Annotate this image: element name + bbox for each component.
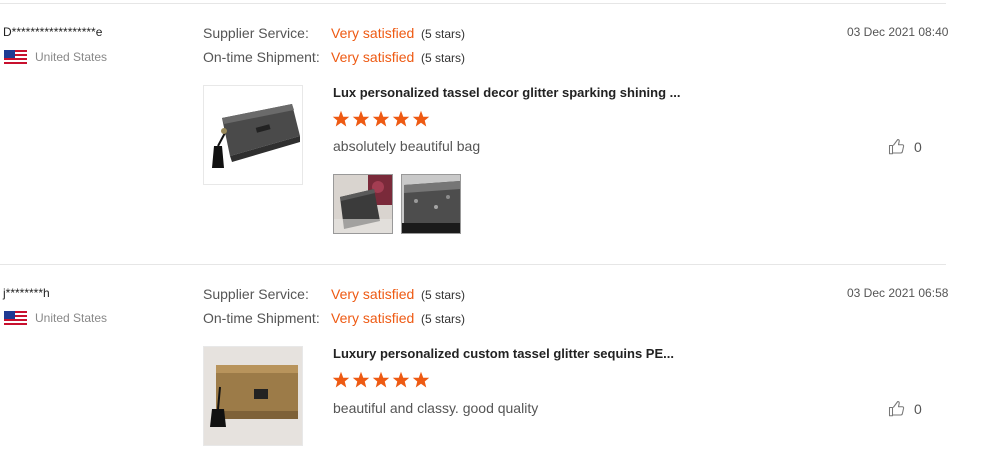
us-flag-icon — [4, 311, 27, 325]
rating-label: On-time Shipment: — [203, 49, 320, 65]
product-image[interactable] — [203, 346, 303, 446]
helpful-count: 0 — [914, 401, 922, 417]
us-flag-icon — [4, 50, 27, 64]
review-comment: absolutely beautiful bag — [333, 138, 481, 154]
buyer-country: United States — [4, 311, 107, 325]
product-title[interactable]: Luxury personalized custom tassel glitte… — [333, 346, 674, 361]
separator-top — [0, 3, 946, 4]
rating-label: Supplier Service: — [203, 286, 309, 302]
star-icon — [352, 110, 370, 127]
thumbs-up-icon — [888, 138, 905, 155]
star-icon — [392, 371, 410, 388]
country-label: United States — [35, 50, 108, 64]
rating-on-time-shipment: On-time Shipment: Very satisfied (5 star… — [203, 49, 465, 65]
rating-value: Very satisfied — [331, 286, 415, 302]
rating-stars-text: (5 stars) — [421, 312, 466, 326]
star-rating — [332, 371, 430, 389]
rating-value: Very satisfied — [331, 310, 415, 326]
helpful-button[interactable]: 0 — [888, 138, 922, 156]
helpful-count: 0 — [914, 139, 922, 155]
product-title[interactable]: Lux personalized tassel decor glitter sp… — [333, 85, 680, 100]
glitter-bag-image — [204, 86, 302, 184]
buyer-name: D******************e — [3, 25, 103, 39]
rating-value: Very satisfied — [331, 49, 415, 65]
star-icon — [392, 110, 410, 127]
review-photo-thumbnail[interactable] — [333, 174, 393, 234]
rating-stars-text: (5 stars) — [421, 51, 466, 65]
review-photo-image — [334, 175, 392, 233]
rating-label: On-time Shipment: — [203, 310, 320, 326]
buyer-country: United States — [4, 50, 107, 64]
rating-value: Very satisfied — [331, 25, 415, 41]
buyer-name: j********h — [3, 286, 50, 300]
product-image[interactable] — [203, 85, 303, 185]
star-icon — [332, 371, 350, 388]
review-date: 03 Dec 2021 06:58 — [847, 286, 949, 300]
helpful-button[interactable]: 0 — [888, 400, 922, 418]
review-comment: beautiful and classy. good quality — [333, 400, 539, 416]
review-date: 03 Dec 2021 08:40 — [847, 25, 949, 39]
rating-stars-text: (5 stars) — [421, 288, 466, 302]
rating-stars-text: (5 stars) — [421, 27, 466, 41]
rating-on-time-shipment: On-time Shipment: Very satisfied (5 star… — [203, 310, 465, 326]
star-icon — [412, 110, 430, 127]
rating-supplier-service: Supplier Service: Very satisfied (5 star… — [203, 25, 465, 41]
review-photo-image — [402, 175, 460, 233]
gold-glitter-bag-image — [204, 347, 302, 445]
separator — [0, 264, 946, 265]
country-label: United States — [35, 311, 108, 325]
rating-label: Supplier Service: — [203, 25, 309, 41]
rating-supplier-service: Supplier Service: Very satisfied (5 star… — [203, 286, 465, 302]
star-icon — [372, 110, 390, 127]
thumbs-up-icon — [888, 400, 905, 417]
star-rating — [332, 110, 430, 128]
star-icon — [332, 110, 350, 127]
star-icon — [412, 371, 430, 388]
review-photo-thumbnail[interactable] — [401, 174, 461, 234]
star-icon — [372, 371, 390, 388]
star-icon — [352, 371, 370, 388]
